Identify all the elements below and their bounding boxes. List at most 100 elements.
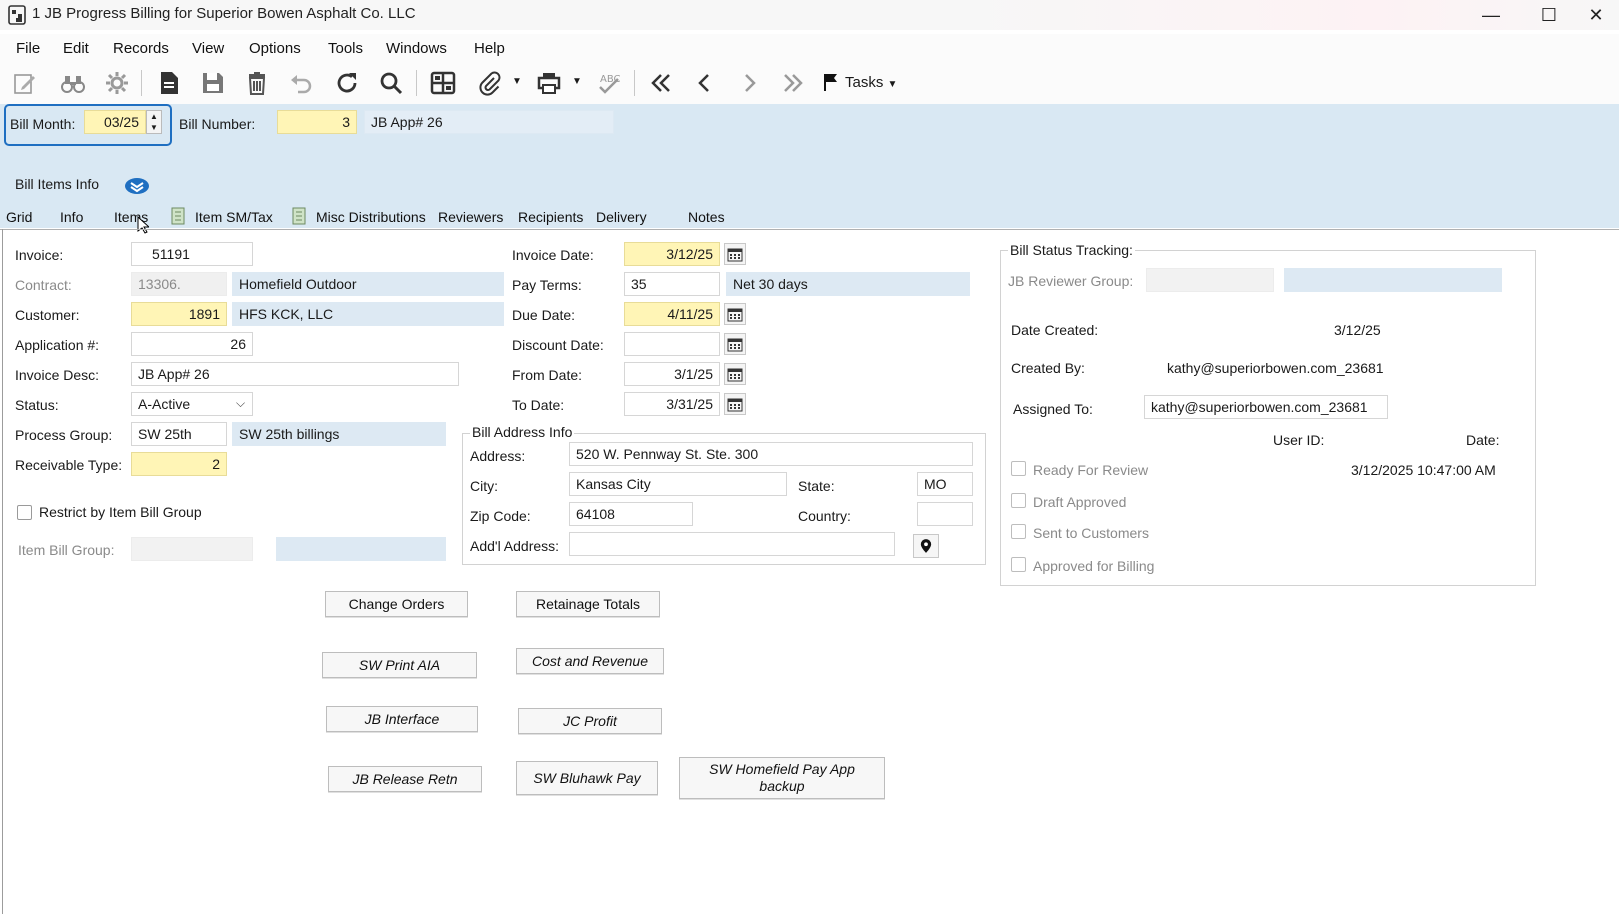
chevron-down-icon[interactable]: ⌵	[236, 396, 245, 411]
created-by-label: Created By:	[1011, 360, 1085, 376]
tab-reviewers[interactable]: Reviewers	[438, 209, 503, 225]
calendar-icon[interactable]	[724, 243, 746, 265]
retainage-totals-button[interactable]: Retainage Totals	[516, 591, 660, 617]
bill-month-input[interactable]: 03/25	[84, 110, 146, 134]
status-select[interactable]: A-Active	[131, 392, 253, 416]
application-input[interactable]: 26	[131, 332, 253, 356]
collapse-chevron-icon[interactable]	[124, 177, 150, 195]
calendar-icon[interactable]	[724, 333, 746, 355]
tab-recipients[interactable]: Recipients	[518, 209, 583, 225]
sw-print-aia-button[interactable]: SW Print AIA	[322, 652, 477, 678]
sent-to-customers-checkbox[interactable]	[1011, 524, 1026, 539]
menu-tools[interactable]: Tools	[328, 40, 363, 57]
discount-date-label: Discount Date:	[512, 337, 604, 353]
tab-item-sm-tax[interactable]: Item SM/Tax	[195, 209, 273, 225]
edit-icon[interactable]	[8, 66, 42, 100]
print-dropdown-icon[interactable]: ▼	[572, 76, 582, 87]
flag-icon[interactable]	[822, 72, 840, 92]
sw-bluhawk-pay-button[interactable]: SW Bluhawk Pay	[516, 761, 658, 795]
due-date-input[interactable]: 4/11/25	[624, 302, 720, 326]
to-date-input[interactable]: 3/31/25	[624, 392, 720, 416]
attachment-icon[interactable]	[472, 66, 506, 100]
ready-for-review-label: Ready For Review	[1033, 462, 1149, 478]
menu-records[interactable]: Records	[113, 40, 169, 57]
refresh-icon[interactable]	[330, 66, 364, 100]
from-date-input[interactable]: 3/1/25	[624, 362, 720, 386]
tab-delivery[interactable]: Delivery	[596, 209, 647, 225]
next-record-icon[interactable]	[732, 66, 766, 100]
pay-terms-input[interactable]: 35	[624, 272, 720, 296]
menu-edit[interactable]: Edit	[63, 40, 89, 57]
customer-input[interactable]: 1891	[131, 302, 227, 326]
bill-number-input[interactable]: 3	[277, 110, 357, 134]
invoice-input[interactable]: 51191	[131, 242, 253, 266]
tab-grid[interactable]: Grid	[6, 209, 32, 225]
discount-date-input[interactable]	[624, 332, 720, 356]
draft-approved-checkbox[interactable]	[1011, 493, 1026, 508]
menu-windows[interactable]: Windows	[386, 40, 447, 57]
last-record-icon[interactable]	[776, 66, 810, 100]
pay-terms-description: Net 30 days	[726, 272, 970, 296]
ready-for-review-checkbox[interactable]	[1011, 461, 1026, 476]
close-button[interactable]: ✕	[1573, 2, 1619, 28]
invoice-label: Invoice:	[15, 247, 64, 263]
delete-icon[interactable]	[240, 66, 274, 100]
state-input[interactable]: MO	[917, 472, 973, 496]
user-id-column-header: User ID:	[1273, 432, 1325, 448]
jb-interface-button[interactable]: JB Interface	[326, 706, 478, 732]
restrict-checkbox[interactable]	[17, 505, 32, 520]
jc-profit-button[interactable]: JC Profit	[518, 708, 662, 734]
toolbar-separator	[416, 70, 417, 96]
bill-month-spinner[interactable]: ▲ ▼	[146, 110, 162, 134]
change-orders-button[interactable]: Change Orders	[325, 591, 468, 617]
city-input[interactable]: Kansas City	[569, 472, 787, 496]
bill-address-group-label: Bill Address Info	[470, 424, 575, 440]
receivable-type-input[interactable]: 2	[131, 452, 227, 476]
binoculars-icon[interactable]	[56, 66, 90, 100]
previous-record-icon[interactable]	[688, 66, 722, 100]
menu-options[interactable]: Options	[249, 40, 301, 57]
minimize-button[interactable]: —	[1468, 2, 1514, 28]
first-record-icon[interactable]	[644, 66, 678, 100]
country-input[interactable]	[917, 502, 973, 526]
jb-release-retn-button[interactable]: JB Release Retn	[328, 766, 482, 792]
invoice-desc-input[interactable]: JB App# 26	[131, 362, 459, 386]
from-date-label: From Date:	[512, 367, 583, 383]
save-icon[interactable]	[196, 66, 230, 100]
undo-icon[interactable]	[284, 66, 318, 100]
settings-icon[interactable]	[100, 66, 134, 100]
tab-info[interactable]: Info	[60, 209, 83, 225]
new-document-icon[interactable]	[152, 66, 186, 100]
attachment-dropdown-icon[interactable]: ▼	[512, 76, 522, 87]
invoice-date-input[interactable]: 3/12/25	[624, 242, 720, 266]
process-group-input[interactable]: SW 25th	[131, 422, 227, 446]
assigned-to-input[interactable]: kathy@superiorbowen.com_23681	[1144, 395, 1388, 419]
menu-help[interactable]: Help	[474, 40, 505, 57]
sw-homefield-pay-app-backup-button[interactable]: SW Homefield Pay App backup	[679, 757, 885, 799]
map-pin-icon[interactable]	[913, 534, 939, 558]
maximize-button[interactable]: ☐	[1526, 2, 1572, 28]
mouse-cursor-icon	[137, 215, 151, 234]
search-icon[interactable]	[374, 66, 408, 100]
print-icon[interactable]	[532, 66, 566, 100]
spellcheck-icon[interactable]: ABC	[592, 66, 626, 100]
ready-for-review-date: 3/12/2025 10:47:00 AM	[1351, 462, 1496, 478]
to-date-label: To Date:	[512, 397, 565, 413]
tab-misc-distributions[interactable]: Misc Distributions	[316, 209, 426, 225]
addl-address-input[interactable]	[569, 532, 895, 556]
address-input[interactable]: 520 W. Pennway St. Ste. 300	[569, 442, 973, 466]
tab-notes[interactable]: Notes	[688, 209, 725, 225]
grid-view-icon[interactable]	[426, 66, 460, 100]
approved-for-billing-label: Approved for Billing	[1033, 558, 1155, 574]
menu-view[interactable]: View	[192, 40, 224, 57]
tasks-menu[interactable]: Tasks ▼	[845, 74, 897, 91]
menu-file[interactable]: File	[16, 40, 40, 57]
calendar-icon[interactable]	[724, 303, 746, 325]
date-column-header: Date:	[1466, 432, 1500, 448]
item-bill-group-description	[276, 537, 446, 561]
cost-and-revenue-button[interactable]: Cost and Revenue	[516, 648, 664, 674]
zip-input[interactable]: 64108	[569, 502, 693, 526]
calendar-icon[interactable]	[724, 363, 746, 385]
approved-for-billing-checkbox[interactable]	[1011, 557, 1026, 572]
calendar-icon[interactable]	[724, 393, 746, 415]
